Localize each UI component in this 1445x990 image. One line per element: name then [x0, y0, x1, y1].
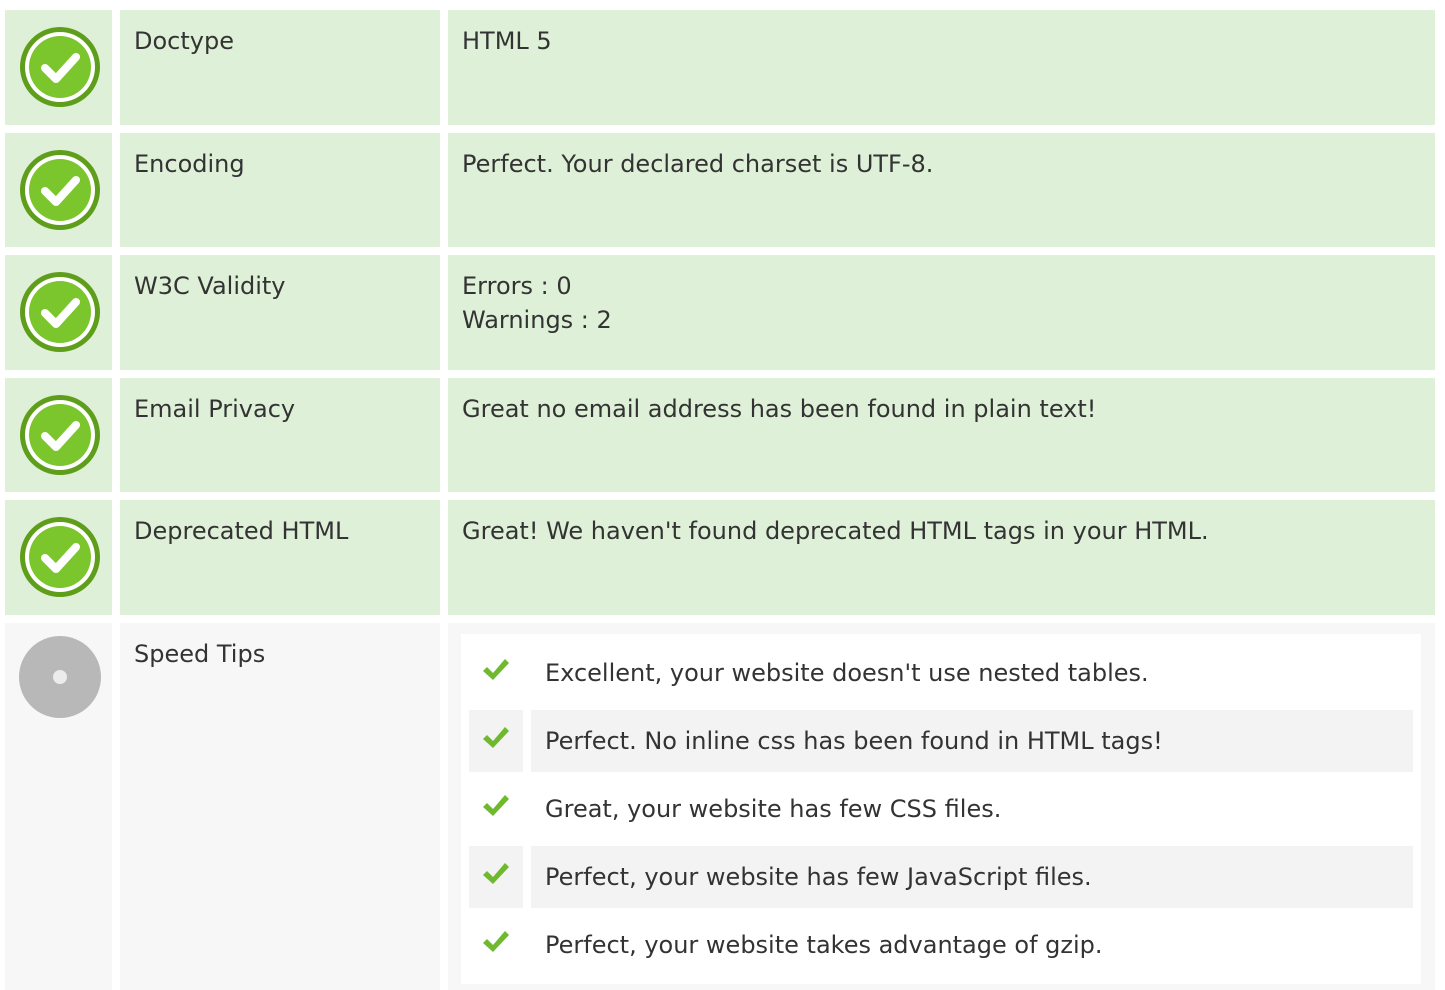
grey-circle-icon — [19, 636, 101, 718]
row-label: Email Privacy — [134, 395, 296, 423]
value-cell: Great! We haven't found deprecated HTML … — [448, 500, 1435, 615]
row-label: Doctype — [134, 27, 234, 55]
value-cell: Perfect. Your declared charset is UTF-8. — [448, 133, 1435, 247]
row-value: Great no email address has been found in… — [462, 395, 1097, 423]
list-item: Perfect, your website has few JavaScript… — [469, 846, 1413, 908]
list-item: Perfect. No inline css has been found in… — [469, 710, 1413, 772]
tick-cell — [469, 642, 523, 704]
tick-cell — [469, 710, 523, 772]
check-circle-icon — [20, 150, 100, 230]
row-value: Great! We haven't found deprecated HTML … — [462, 517, 1209, 545]
tick-cell — [469, 914, 523, 976]
row-label: W3C Validity — [134, 272, 286, 300]
check-circle-icon — [20, 27, 100, 107]
tip-text: Great, your website has few CSS files. — [545, 795, 1002, 823]
warnings-count: Warnings : 2 — [462, 306, 612, 334]
label-cell: W3C Validity — [120, 255, 440, 370]
label-cell: Email Privacy — [120, 378, 440, 492]
value-cell: Excellent, your website doesn't use nest… — [448, 623, 1435, 990]
checkmark-icon — [483, 795, 509, 816]
checkmark-icon — [483, 863, 509, 884]
tip-text: Perfect, your website takes advantage of… — [545, 931, 1103, 959]
row-value: Errors : 0 Warnings : 2 — [462, 269, 612, 337]
tip-text: Excellent, your website doesn't use nest… — [545, 659, 1149, 687]
row-label: Deprecated HTML — [134, 517, 349, 545]
value-cell: Great no email address has been found in… — [448, 378, 1435, 492]
row-label: Encoding — [134, 150, 245, 178]
status-cell — [5, 378, 112, 492]
status-cell — [5, 623, 112, 990]
status-cell — [5, 10, 112, 125]
row-value: HTML 5 — [462, 27, 552, 55]
errors-count: Errors : 0 — [462, 272, 572, 300]
row-value: Perfect. Your declared charset is UTF-8. — [462, 150, 934, 178]
label-cell: Deprecated HTML — [120, 500, 440, 615]
label-cell: Speed Tips — [120, 623, 440, 990]
checkmark-icon — [483, 727, 509, 748]
check-circle-icon — [20, 395, 100, 475]
checkmark-icon — [483, 659, 509, 680]
checkmark-icon — [483, 931, 509, 952]
row-w3c-validity: W3C Validity Errors : 0 Warnings : 2 — [0, 255, 1445, 370]
status-cell — [5, 133, 112, 247]
list-item: Great, your website has few CSS files. — [469, 778, 1413, 840]
status-cell — [5, 500, 112, 615]
tick-cell — [469, 846, 523, 908]
row-encoding: Encoding Perfect. Your declared charset … — [0, 133, 1445, 247]
speed-tips-list: Excellent, your website doesn't use nest… — [461, 634, 1421, 984]
row-deprecated-html: Deprecated HTML Great! We haven't found … — [0, 500, 1445, 615]
list-item: Perfect, your website takes advantage of… — [469, 914, 1413, 976]
row-doctype: Doctype HTML 5 — [0, 10, 1445, 125]
tip-text: Perfect, your website has few JavaScript… — [545, 863, 1092, 891]
list-item: Excellent, your website doesn't use nest… — [469, 642, 1413, 704]
row-speed-tips: Speed Tips Excellent, your website doesn… — [0, 623, 1445, 990]
status-cell — [5, 255, 112, 370]
value-cell: HTML 5 — [448, 10, 1435, 125]
row-email-privacy: Email Privacy Great no email address has… — [0, 378, 1445, 492]
check-circle-icon — [20, 517, 100, 597]
check-circle-icon — [20, 272, 100, 352]
label-cell: Encoding — [120, 133, 440, 247]
value-cell: Errors : 0 Warnings : 2 — [448, 255, 1435, 370]
tip-text: Perfect. No inline css has been found in… — [545, 727, 1163, 755]
label-cell: Doctype — [120, 10, 440, 125]
row-label: Speed Tips — [134, 640, 266, 668]
tick-cell — [469, 778, 523, 840]
